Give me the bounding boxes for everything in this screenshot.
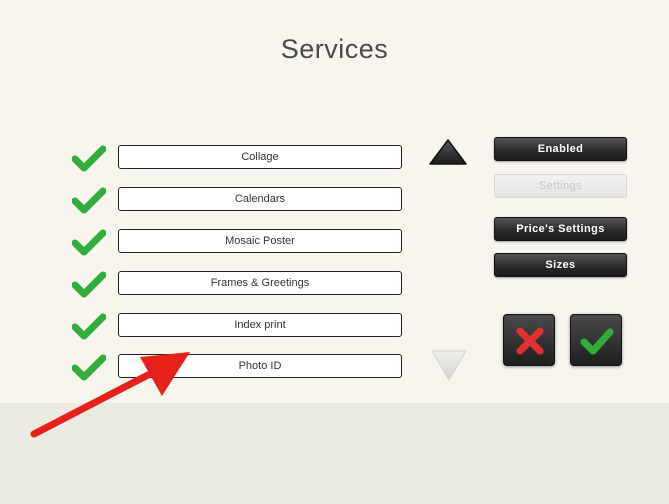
service-row[interactable]: Mosaic Poster [72,228,412,258]
sizes-button[interactable]: Sizes [494,253,627,277]
cancel-button[interactable] [503,314,555,366]
check-icon[interactable] [72,144,106,174]
check-icon[interactable] [72,186,106,216]
triangle-down-icon[interactable] [430,348,468,382]
prices-settings-button[interactable]: Price's Settings [494,217,627,241]
check-icon[interactable] [72,228,106,258]
service-item-frames-greetings[interactable]: Frames & Greetings [118,271,402,295]
service-item-collage[interactable]: Collage [118,145,402,169]
check-icon[interactable] [72,270,106,300]
triangle-up-icon[interactable] [428,138,468,166]
service-row[interactable]: Collage [72,144,412,174]
check-icon[interactable] [72,312,106,342]
confirm-button[interactable] [570,314,622,366]
service-row[interactable]: Index print [72,312,412,342]
settings-button[interactable]: Settings [494,174,627,198]
page-title: Services [280,34,389,64]
service-row[interactable]: Calendars [72,186,412,216]
service-item-calendars[interactable]: Calendars [118,187,402,211]
service-row[interactable]: Frames & Greetings [72,270,412,300]
service-item-index-print[interactable]: Index print [118,313,402,337]
service-item-mosaic-poster[interactable]: Mosaic Poster [118,229,402,253]
enabled-button[interactable]: Enabled [494,137,627,161]
check-icon [580,328,614,355]
red-arrow-annotation [30,352,190,438]
x-icon [516,327,544,355]
